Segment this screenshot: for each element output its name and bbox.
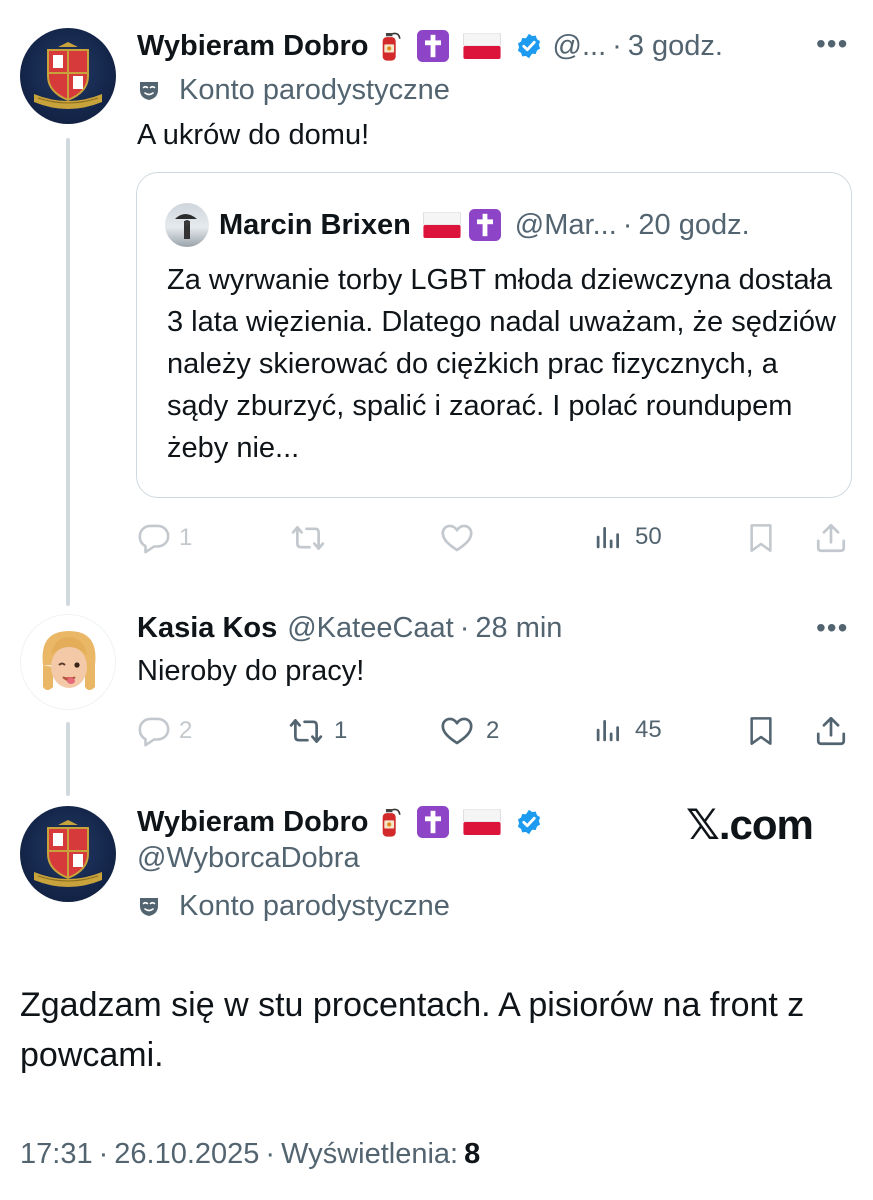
- reply-icon: [137, 714, 171, 748]
- heart-icon: [440, 714, 474, 748]
- memoji-avatar-icon: [42, 631, 96, 690]
- crest-logo-icon: [20, 28, 116, 124]
- reply-count: 2: [179, 717, 193, 744]
- share-button[interactable]: [814, 521, 848, 555]
- tweet2-handle[interactable]: @KateeCaat: [287, 612, 453, 645]
- share-button[interactable]: [814, 714, 848, 748]
- avatar-wybieram-dobro[interactable]: [20, 806, 116, 902]
- quote-time: 20 godz.: [638, 208, 750, 241]
- retweet-button[interactable]: 1: [288, 714, 347, 748]
- post-date[interactable]: 26.10.2025: [114, 1138, 259, 1171]
- quote-header: Marcin Brixen @Mar... · 20 godz.: [219, 205, 750, 245]
- thread-line: [66, 138, 70, 606]
- bookmark-button[interactable]: [745, 521, 777, 555]
- poland-flag-emoji-icon: [423, 212, 461, 238]
- main-parody-label: Konto parodystyczne: [179, 889, 450, 922]
- tweet1-header: Wybieram Dobro @... · 3 godz.: [137, 26, 723, 66]
- main-handle[interactable]: @WyborcaDobra: [137, 842, 360, 875]
- share-icon: [814, 714, 848, 748]
- crest-logo-icon: [20, 806, 116, 902]
- reply-icon: [137, 521, 171, 555]
- retweet-button[interactable]: [290, 521, 326, 555]
- more-dots-icon[interactable]: •••: [816, 30, 848, 58]
- views-label: Wyświetlenia:: [281, 1138, 459, 1170]
- heart-icon: [440, 521, 474, 555]
- footer-sep-2: ·: [265, 1138, 276, 1170]
- tweet1-author-name[interactable]: Wybieram Dobro: [137, 30, 369, 63]
- retweet-icon: [290, 521, 326, 555]
- bookmark-button[interactable]: [745, 714, 777, 748]
- reply-button[interactable]: 1: [137, 521, 192, 555]
- avatar-wybieram-dobro[interactable]: [20, 28, 116, 124]
- post-time[interactable]: 17:31: [20, 1138, 93, 1171]
- footer-sep-1: ·: [98, 1138, 109, 1170]
- poland-flag-emoji-icon: [463, 33, 501, 59]
- fire-extinguisher-emoji-icon: [377, 805, 403, 839]
- tweet1-time[interactable]: 3 godz.: [628, 30, 723, 63]
- quoted-tweet-card[interactable]: Marcin Brixen @Mar... · 20 godz. Za wyrw…: [136, 172, 852, 498]
- tweet2-time[interactable]: 28 min: [475, 612, 562, 645]
- person-umbrella-icon: [175, 214, 197, 239]
- avatar-marcin-brixen[interactable]: [165, 203, 209, 247]
- tweet2-sep: ·: [459, 611, 470, 644]
- latin-cross-emoji-icon: [469, 209, 501, 241]
- verified-badge-icon[interactable]: [515, 32, 543, 60]
- views-chart-icon: [593, 714, 623, 746]
- thread-line-2: [66, 722, 70, 796]
- tweet1-parody-label: Konto parodystyczne: [179, 73, 450, 106]
- share-icon: [814, 521, 848, 555]
- like-button[interactable]: 2: [440, 714, 499, 748]
- quote-author-name: Marcin Brixen: [219, 208, 411, 241]
- latin-cross-emoji-icon: [417, 30, 449, 62]
- tweet2-header: Kasia Kos @KateeCaat · 28 min: [137, 608, 562, 648]
- retweet-icon: [288, 714, 324, 748]
- main-footer: 17:31 · 26.10.2025 · Wyświetlenia: 8: [20, 1138, 480, 1171]
- main-header: Wybieram Dobro: [137, 802, 543, 842]
- views-button[interactable]: 50: [593, 521, 662, 553]
- tweet1-text: A ukrów do domu!: [137, 119, 370, 151]
- reply-count: 1: [179, 524, 193, 551]
- quote-handle: @Mar...: [514, 208, 617, 241]
- views-chart-icon: [593, 521, 623, 553]
- main-tweet-text: Zgadzam się w stu procentach. A pisiorów…: [20, 986, 805, 1074]
- views-total: 8: [464, 1138, 481, 1170]
- poland-flag-emoji-icon: [463, 809, 501, 835]
- verified-badge-icon[interactable]: [515, 808, 543, 836]
- tweet1-handle[interactable]: @...: [553, 30, 607, 63]
- views-button[interactable]: 45: [593, 714, 662, 746]
- main-parody: Konto parodystyczne: [137, 886, 450, 926]
- x-com-watermark: 𝕏.com: [686, 801, 814, 848]
- main-author-name[interactable]: Wybieram Dobro: [137, 806, 369, 839]
- tweet1-parody: Konto parodystyczne: [137, 70, 450, 110]
- bookmark-icon: [745, 714, 777, 748]
- retweet-count: 1: [334, 717, 348, 744]
- like-button[interactable]: [440, 521, 474, 555]
- bookmark-icon: [745, 521, 777, 555]
- reply-button[interactable]: 2: [137, 714, 192, 748]
- quote-sep: ·: [622, 208, 633, 241]
- avatar-kasia-kos[interactable]: [20, 614, 116, 710]
- parody-mask-icon: [137, 894, 161, 918]
- like-count: 2: [486, 717, 500, 744]
- tweet2-text: Nieroby do pracy!: [137, 655, 365, 687]
- tweet1-sep: ·: [612, 29, 622, 62]
- views-count: 50: [635, 523, 662, 550]
- views-count: 45: [635, 716, 662, 743]
- parody-mask-icon: [137, 78, 161, 102]
- more-dots-icon[interactable]: •••: [816, 614, 848, 642]
- quote-text: Za wyrwanie torby LGBT młoda dziewczyna …: [167, 264, 836, 464]
- latin-cross-emoji-icon: [417, 806, 449, 838]
- fire-extinguisher-emoji-icon: [377, 29, 403, 63]
- tweet2-author-name[interactable]: Kasia Kos: [137, 612, 277, 645]
